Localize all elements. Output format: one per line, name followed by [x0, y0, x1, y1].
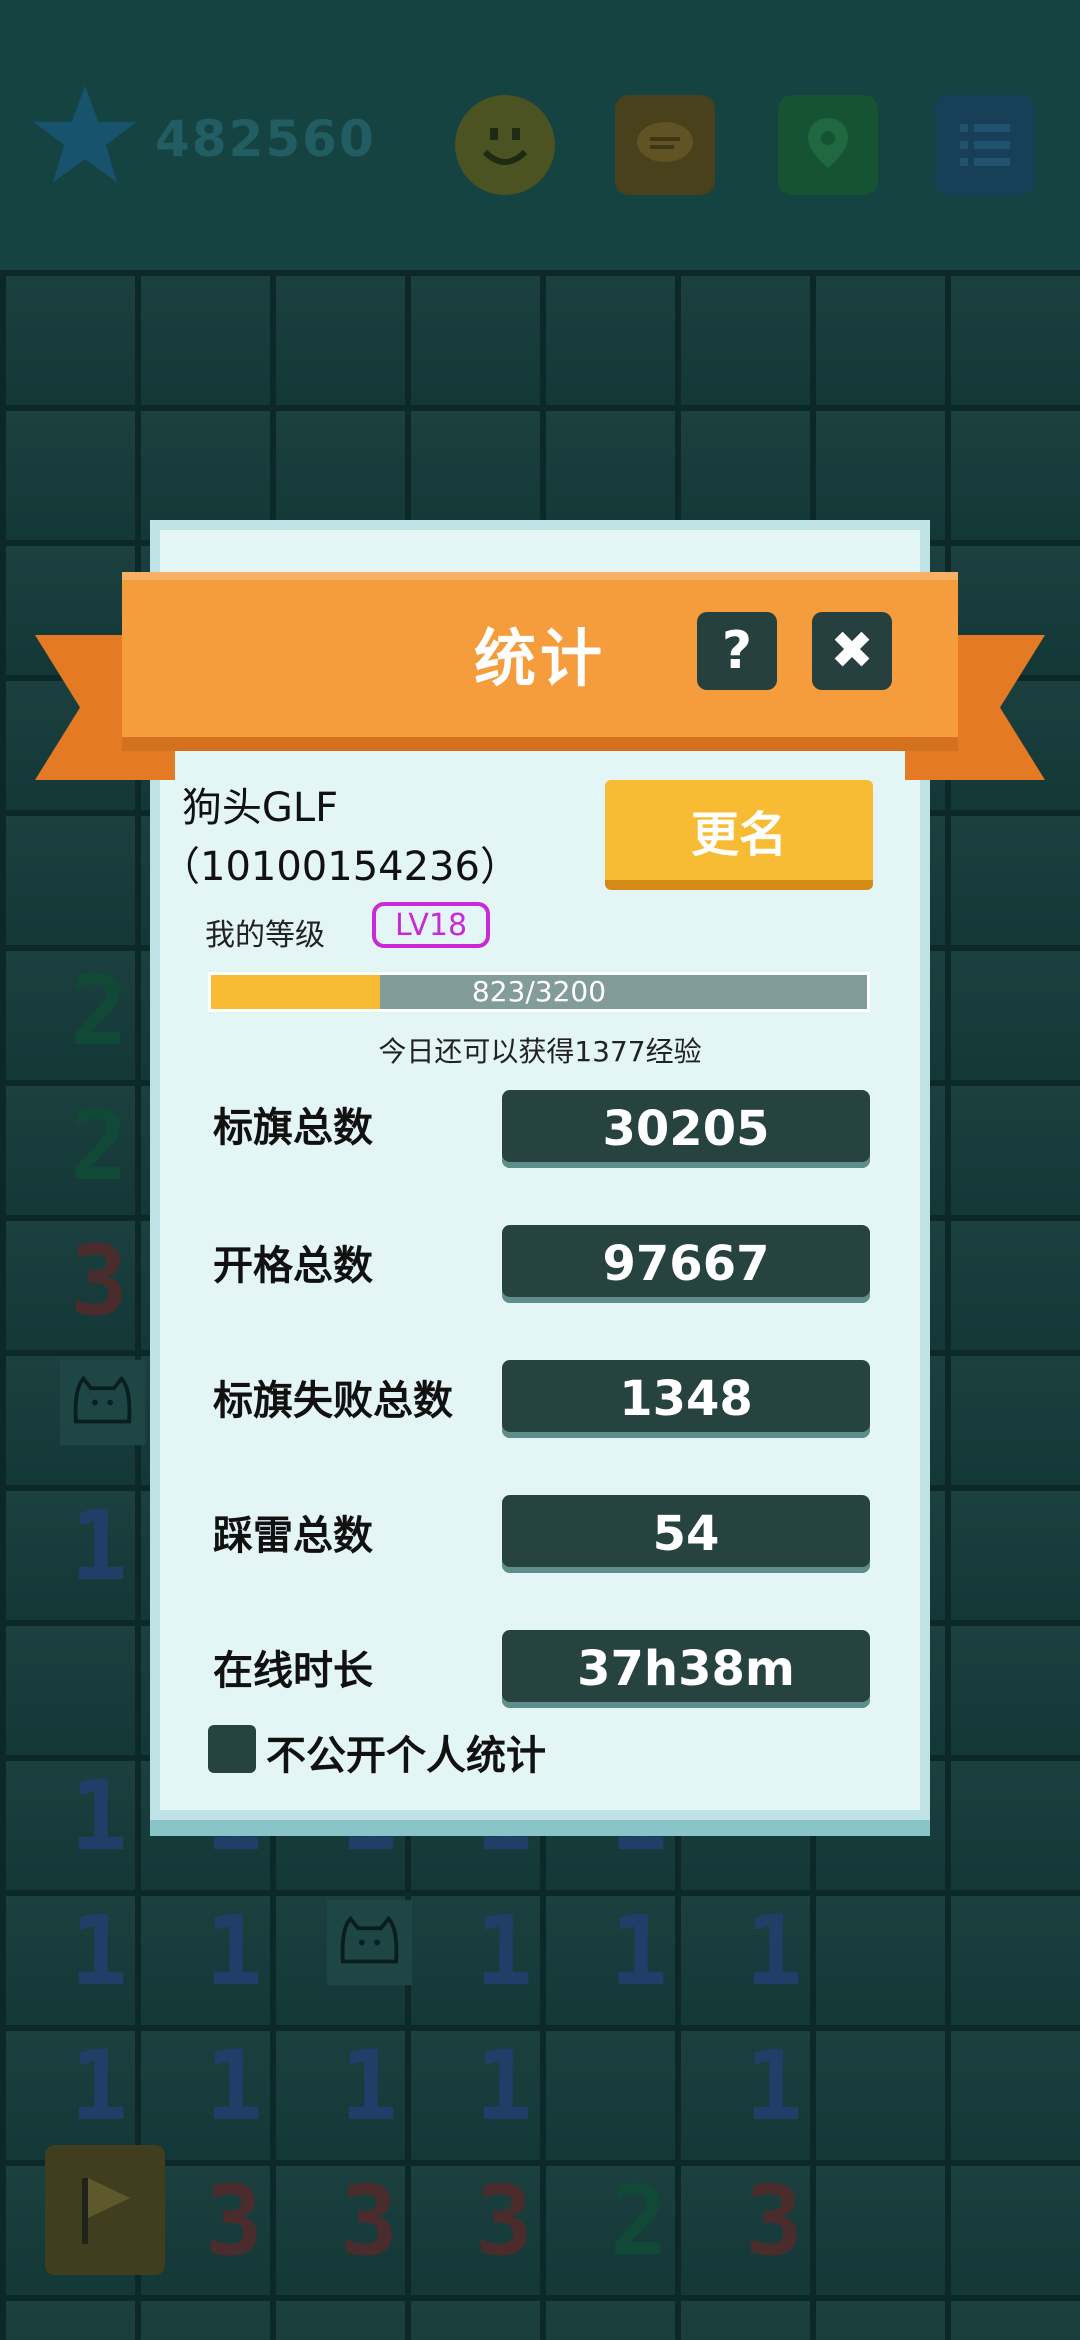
stat-value: 97667 — [502, 1225, 870, 1303]
help-button[interactable]: ? — [697, 612, 777, 690]
close-button[interactable]: ✖ — [812, 612, 892, 690]
dialog-header-ribbon: 统计 ? ✖ — [122, 572, 958, 751]
stat-label: 在线时长 — [213, 1648, 373, 1694]
xp-progress-bar: 823/3200 — [208, 972, 870, 1012]
stat-value: 37h38m — [502, 1630, 870, 1708]
level-badge: LV18 — [372, 902, 490, 948]
xp-progress-text: 823/3200 — [471, 975, 607, 1008]
rename-button[interactable]: 更名 — [605, 780, 873, 890]
stat-label: 踩雷总数 — [213, 1513, 373, 1559]
player-id: （10100154236） — [160, 844, 520, 890]
privacy-label[interactable]: 不公开个人统计 — [266, 1723, 546, 1781]
level-label: 我的等级 — [205, 918, 325, 953]
xp-daily-hint: 今日还可以获得1377经验 — [378, 1035, 702, 1068]
stat-label: 开格总数 — [213, 1243, 373, 1289]
stat-value: 30205 — [502, 1090, 870, 1168]
stat-value: 1348 — [502, 1360, 870, 1438]
close-icon: ✖ — [830, 621, 874, 681]
stat-label: 标旗失败总数 — [213, 1378, 453, 1424]
stat-label: 标旗总数 — [213, 1105, 373, 1151]
player-name: 狗头GLF — [181, 785, 339, 831]
stat-value: 54 — [502, 1495, 870, 1573]
question-icon: ? — [721, 621, 753, 681]
privacy-checkbox[interactable] — [208, 1725, 256, 1773]
